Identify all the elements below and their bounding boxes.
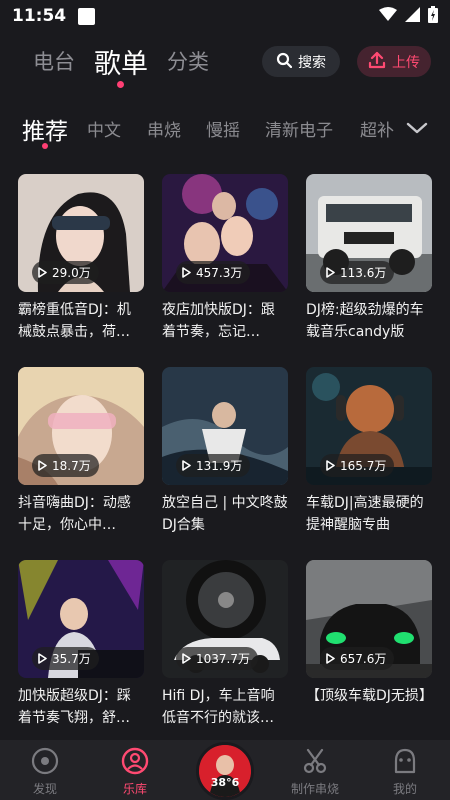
nav-make-medley[interactable]: 制作串烧 [280,746,350,797]
tab-radio[interactable]: 电台 [33,46,75,76]
playlist-title: DJ榜:超级劲爆的车载音乐candy版 [306,302,424,340]
now-playing-disc[interactable]: 38°6 [196,742,254,800]
playlist-title: 夜店加快版DJ：跟着节奏，忘记… [162,302,275,340]
category-chinese[interactable]: 中文 [87,116,121,141]
nav-make-medley-label: 制作串烧 [290,782,339,796]
profile-icon [370,746,440,776]
play-count: 113.6万 [340,266,387,280]
play-icon [182,460,191,471]
playlist-card[interactable]: 113.6万 DJ榜:超级劲爆的车载音乐candy版 [306,174,432,343]
play-icon [38,460,47,471]
chevron-down-icon[interactable] [406,120,428,139]
play-count-badge: 165.7万 [320,454,395,477]
category-fresh-electronic[interactable]: 清新电子 [265,116,333,141]
nav-discover-label: 发现 [32,782,57,796]
nav-library-label: 乐库 [122,782,147,796]
playlist-card[interactable]: 18.7万 抖音嗨曲DJ：动感十足，你心中… [18,367,144,536]
status-bar: 11:54 [0,0,450,32]
play-icon [326,460,335,471]
library-icon [100,746,170,776]
playlist-cover: 113.6万 [306,174,432,292]
play-count-badge: 1037.7万 [176,647,258,670]
playlist-cover: 18.7万 [18,367,144,485]
now-playing-text: 38°6 [210,776,240,789]
play-icon [326,267,335,278]
playlist-cover: 165.7万 [306,367,432,485]
notification-icon [78,7,96,25]
category-slow-rock[interactable]: 慢摇 [206,116,240,141]
discover-icon [10,746,80,776]
playlist-cover: 131.9万 [162,367,288,485]
play-icon [182,267,191,278]
search-button[interactable]: 搜索 [262,46,340,77]
battery-icon [428,5,438,27]
wifi-icon [379,6,397,26]
play-count: 131.9万 [196,459,243,473]
play-count: 1037.7万 [196,652,250,666]
play-count-badge: 113.6万 [320,261,395,284]
play-count-badge: 131.9万 [176,454,251,477]
playlist-title: Hifi DJ，车上音响低音不行的就该… [162,688,275,726]
category-recommend[interactable]: 推荐 [22,112,68,146]
play-icon [38,653,47,664]
playlist-card[interactable]: 29.0万 霸榜重低音DJ：机械鼓点暴击，荷… [18,174,144,343]
playlist-card[interactable]: 35.7万 加快版超级DJ：踩着节奏飞翔，舒… [18,560,144,729]
playlist-title: 抖音嗨曲DJ：动感十足，你心中… [18,495,131,533]
upload-label: 上传 [392,54,420,71]
scissors-icon [280,746,350,776]
nav-profile[interactable]: 我的 [370,746,440,797]
search-label: 搜索 [298,54,326,71]
search-icon [276,52,293,72]
playlist-cover: 1037.7万 [162,560,288,678]
category-more[interactable]: 超补 [360,116,394,141]
tab-playlists[interactable]: 歌单 [94,42,148,81]
tab-categories[interactable]: 分类 [167,46,209,76]
playlist-title: 【顶级车载DJ无损】 [306,688,432,704]
upload-button[interactable]: 上传 [357,46,431,77]
playlist-card[interactable]: 131.9万 放空自己 | 中文咚鼓DJ合集 [162,367,288,536]
play-count: 657.6万 [340,652,387,666]
play-count: 18.7万 [52,459,91,473]
playlist-cover: 35.7万 [18,560,144,678]
nav-discover[interactable]: 发现 [10,746,80,797]
playlist-title: 加快版超级DJ：踩着节奏飞翔，舒… [18,688,131,726]
play-count-badge: 29.0万 [32,261,99,284]
play-count: 165.7万 [340,459,387,473]
play-count: 457.3万 [196,266,243,280]
play-count-badge: 657.6万 [320,647,395,670]
now-playing-cover [199,745,251,797]
status-time: 11:54 [12,6,67,26]
active-category-indicator [42,143,48,149]
upload-icon [368,51,386,73]
play-count-badge: 35.7万 [32,647,99,670]
playlist-cover: 29.0万 [18,174,144,292]
category-medley[interactable]: 串烧 [147,116,181,141]
signal-icon [405,6,420,26]
playlist-card[interactable]: 165.7万 车载DJ|高速最硬的提神醒脑专曲 [306,367,432,536]
play-icon [326,653,335,664]
play-count-badge: 18.7万 [32,454,99,477]
playlist-card[interactable]: 457.3万 夜店加快版DJ：跟着节奏，忘记… [162,174,288,343]
play-count-badge: 457.3万 [176,261,251,284]
play-count: 35.7万 [52,652,91,666]
category-tabs: 推荐 中文 串烧 慢摇 清新电子 超补 [0,110,450,150]
play-count: 29.0万 [52,266,91,280]
playlist-cover: 657.6万 [306,560,432,678]
playlist-card[interactable]: 1037.7万 Hifi DJ，车上音响低音不行的就该… [162,560,288,729]
playlist-title: 霸榜重低音DJ：机械鼓点暴击，荷… [18,302,131,340]
play-icon [38,267,47,278]
play-icon [182,653,191,664]
playlist-title: 放空自己 | 中文咚鼓DJ合集 [162,495,288,533]
playlist-title: 车载DJ|高速最硬的提神醒脑专曲 [306,495,424,533]
nav-library[interactable]: 乐库 [100,746,170,797]
playlist-card[interactable]: 657.6万 【顶级车载DJ无损】 [306,560,432,729]
nav-profile-label: 我的 [392,782,417,796]
playlist-cover: 457.3万 [162,174,288,292]
active-tab-indicator [117,81,124,88]
